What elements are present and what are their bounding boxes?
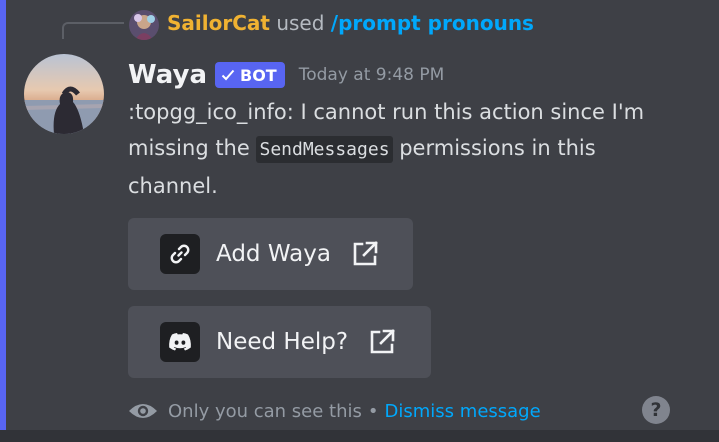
- command-usage-line: SailorCat used /prompt pronouns: [167, 9, 534, 37]
- ephemeral-notice: Only you can see this • Dismiss message: [128, 396, 541, 426]
- link-icon: [160, 234, 200, 274]
- avatar[interactable]: [24, 54, 104, 134]
- add-waya-button[interactable]: Add Waya: [128, 218, 413, 290]
- ephemeral-message: SailorCat used /prompt pronouns Waya BOT…: [0, 0, 719, 442]
- external-link-icon: [366, 326, 398, 358]
- help-icon[interactable]: ?: [642, 396, 670, 424]
- verified-check-icon: [221, 69, 235, 81]
- reply-verb: used: [276, 11, 325, 35]
- need-help-label: Need Help?: [216, 329, 349, 355]
- message-content: :topgg_ico_info: I cannot run this actio…: [128, 94, 688, 204]
- bot-tag-label: BOT: [240, 65, 277, 85]
- discord-icon: [160, 322, 200, 362]
- bot-username[interactable]: Waya: [128, 60, 207, 90]
- command-link[interactable]: /prompt pronouns: [331, 11, 534, 35]
- notice-text: Only you can see this: [168, 400, 362, 422]
- reply-avatar[interactable]: [129, 10, 159, 40]
- bot-tag: BOT: [215, 62, 285, 88]
- inline-code: SendMessages: [256, 136, 393, 163]
- reply-username[interactable]: SailorCat: [167, 11, 270, 35]
- external-link-icon: [349, 238, 381, 270]
- highlight-bar: [0, 0, 6, 442]
- dismiss-message-link[interactable]: Dismiss message: [385, 401, 541, 422]
- eye-icon: [128, 401, 158, 421]
- separator: •: [367, 400, 379, 422]
- timestamp[interactable]: Today at 9:48 PM: [299, 65, 445, 85]
- message-divider: [0, 430, 719, 442]
- reply-connector: [62, 22, 124, 39]
- message-header: Waya BOT Today at 9:48 PM: [128, 57, 444, 93]
- need-help-button[interactable]: Need Help?: [128, 306, 431, 378]
- add-waya-label: Add Waya: [216, 241, 331, 267]
